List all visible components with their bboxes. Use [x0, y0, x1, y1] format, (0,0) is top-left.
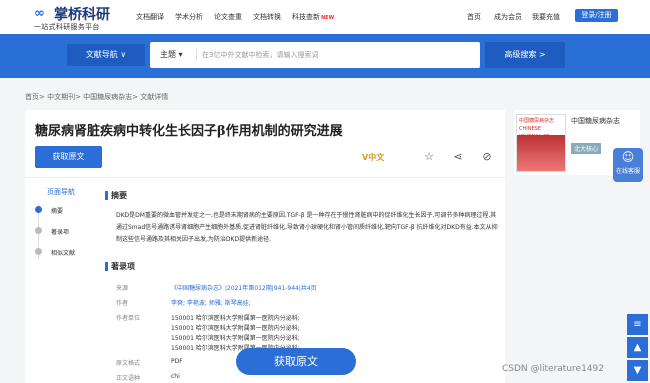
page-nav-similar[interactable]: 相似文献 [51, 248, 75, 257]
top-bar: ∞ 掌桥科研 一站式科研服务平台 文档翻译 学术分析 论文查重 文档转换 科技查… [0, 0, 650, 34]
nav-plagiarism-check[interactable]: 论文查重 [214, 12, 242, 22]
site-logo[interactable]: ∞ 掌桥科研 一站式科研服务平台 [34, 4, 114, 32]
page-title: 糖尿病肾脏疾病中转化生长因子β作用机制的研究进展 [35, 124, 343, 139]
logo-title: 掌桥科研 [54, 7, 110, 23]
section-bar [105, 262, 108, 271]
search-divider [196, 49, 197, 61]
record-key: 来源 [116, 285, 129, 292]
article-panel: 糖尿病肾脏疾病中转化生长因子β作用机制的研究进展 获取原文 V中文 ☆ ⋖ ⊘ … [25, 110, 505, 383]
search-field-select[interactable]: 主题 ▾ [160, 42, 183, 68]
vip-source-logo: V中文 [362, 153, 385, 162]
divider [25, 177, 505, 178]
menu-icon[interactable]: ≡ [627, 314, 648, 335]
record-key: 作者单位 [116, 315, 141, 322]
record-language: chi [171, 373, 180, 380]
nav-novelty-search-label: 科技查新 [292, 13, 320, 21]
nav-document-conversion[interactable]: 文档转换 [253, 12, 281, 22]
nav-document-translation[interactable]: 文档翻译 [136, 12, 164, 22]
nav-dot-active-icon [35, 206, 42, 213]
record-format: PDF [171, 358, 183, 365]
online-service-button[interactable]: ☺ 在线客服 [613, 148, 643, 182]
nav-home[interactable]: 首页 [467, 12, 481, 22]
nav-recharge[interactable]: 我要充值 [532, 12, 560, 22]
online-service-label: 在线客服 [615, 168, 640, 175]
section-bar [105, 191, 108, 200]
scroll-down-icon[interactable]: ▼ [627, 360, 648, 381]
search-banner: 文献导航 ∨ 主题 ▾ 高级搜索 > [0, 34, 650, 78]
journal-cover-text: 中国糖尿病杂志 CHINESE JOURNAL OF DIABETES [517, 115, 565, 148]
journal-name[interactable]: 中国糖尿病杂志 [571, 116, 631, 126]
record-affiliation: 150001 哈尔滨医科大学附属第一医院内分泌科; [171, 325, 300, 332]
link-icon[interactable]: ⊘ [480, 150, 494, 164]
search-box: 主题 ▾ [150, 42, 480, 68]
journal-core-badge: 北大核心 [571, 143, 602, 154]
page-nav-abstract[interactable]: 摘要 [51, 206, 63, 215]
abstract-text: DKD是DM重要的微血管并发症之一,也是终末期肾病的主要原因.TGF-β 是一种… [116, 212, 498, 243]
journal-cover[interactable]: 中国糖尿病杂志 CHINESE JOURNAL OF DIABETES [516, 114, 566, 172]
page-navigation: 页面导航 摘要 著录项 相似文献 [25, 182, 87, 270]
scroll-top-icon[interactable]: ▲ [627, 337, 648, 358]
get-fulltext-button[interactable]: 获取原文 [35, 146, 102, 168]
floating-get-fulltext-button[interactable]: 获取原文 [236, 348, 356, 375]
breadcrumb[interactable]: 首页> 中文期刊> 中国糖尿病杂志> 文献详情 [25, 92, 168, 102]
nav-dot-icon [35, 227, 42, 234]
record-authors[interactable]: 李爽; 李艳波; 师雅; 斯琴高娃; [171, 298, 251, 307]
login-register-button[interactable]: 登录/注册 [575, 9, 618, 22]
record-affiliation: 150001 哈尔滨医科大学附属第一医院内分泌科; [171, 335, 300, 342]
record-key: 原文格式 [116, 360, 141, 367]
record-source[interactable]: 《中国糖尿病杂志》|2021年第012期|941-944|共4页 [171, 283, 317, 292]
search-input[interactable] [202, 46, 472, 64]
records-heading: 著录项 [111, 262, 135, 271]
journal-cover-art [517, 135, 565, 171]
watermark: CSDN @literature1492 [502, 364, 604, 374]
nav-dot-icon [35, 248, 42, 255]
star-icon[interactable]: ☆ [422, 150, 436, 164]
record-affiliation: 150001 哈尔滨医科大学附属第一医院内分泌科; [171, 315, 300, 322]
share-icon[interactable]: ⋖ [451, 150, 465, 164]
new-badge: NEW [321, 15, 335, 21]
document-nav-button[interactable]: 文献导航 ∨ [67, 44, 145, 66]
abstract-heading: 摘要 [111, 191, 127, 200]
nav-academic-analysis[interactable]: 学术分析 [175, 12, 203, 22]
page-nav-records[interactable]: 著录项 [51, 227, 69, 236]
nav-novelty-search[interactable]: 科技查新NEW [292, 12, 334, 22]
record-key: 正文语种 [116, 375, 141, 382]
nav-become-member[interactable]: 成为会员 [494, 12, 522, 22]
chat-icon: ☺ [621, 150, 635, 164]
logo-mark-icon: ∞ [34, 6, 45, 21]
advanced-search-button[interactable]: 高级搜索 > [485, 42, 565, 68]
record-key: 作者 [116, 300, 129, 307]
page-nav-title: 页面导航 [47, 188, 75, 196]
logo-subtitle: 一站式科研服务平台 [34, 23, 100, 31]
